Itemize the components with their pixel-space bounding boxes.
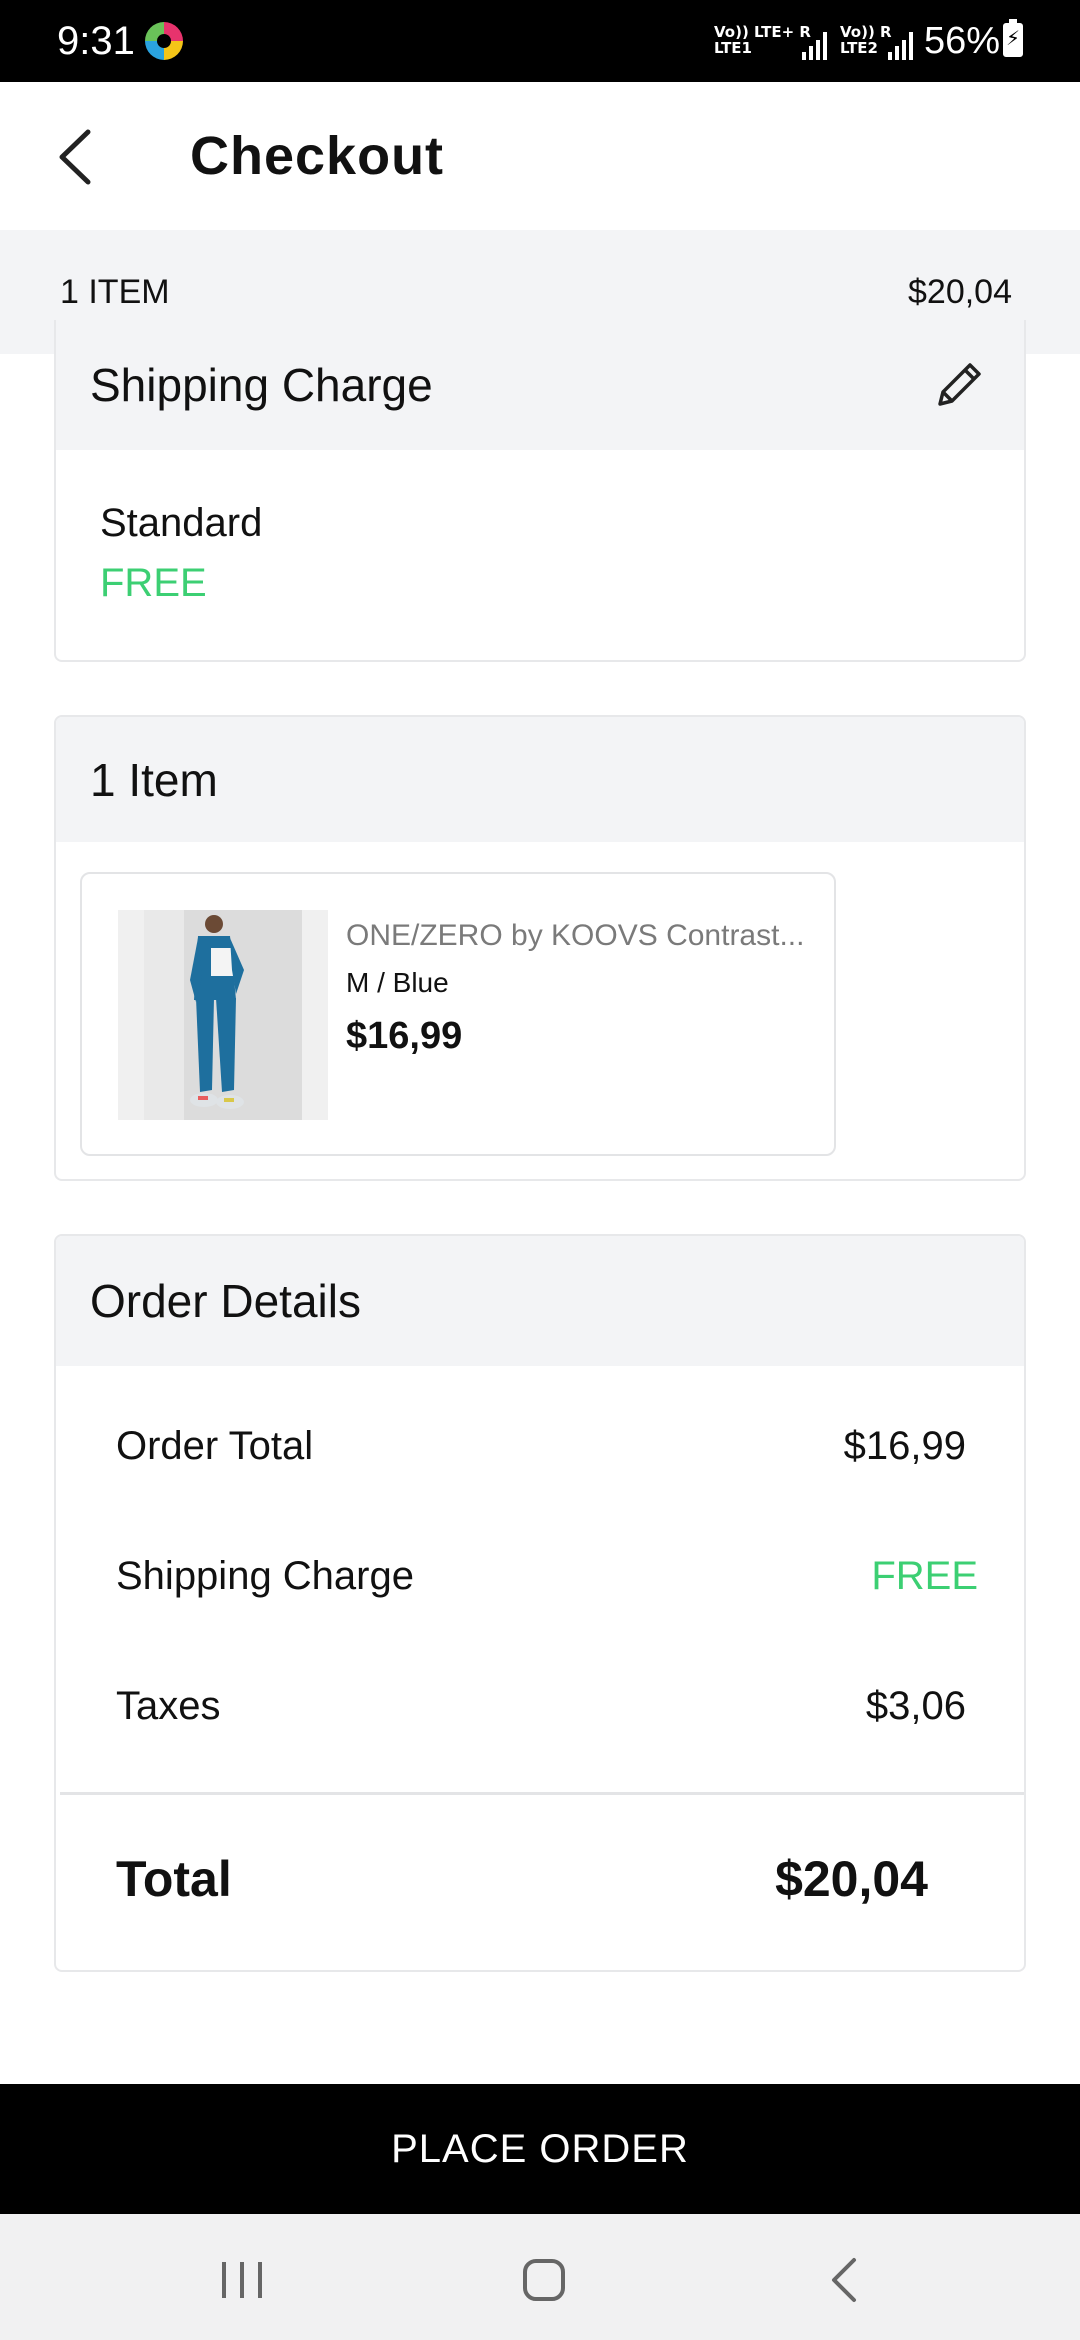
place-order-button[interactable]: PLACE ORDER: [0, 2084, 1080, 2214]
shipping-charge-value: FREE: [871, 1554, 978, 1598]
shipping-charge-row: Shipping Charge FREE: [116, 1552, 978, 1602]
edit-shipping-button[interactable]: [932, 356, 988, 412]
product-card[interactable]: ONE/ZERO by KOOVS Contrast... M / Blue $…: [80, 872, 836, 1156]
grand-total-value: $20,04: [775, 1851, 928, 1907]
sim1-network: LTE1: [714, 39, 752, 57]
order-details-header: Order Details: [56, 1236, 1024, 1366]
taxes-value: $3,06: [865, 1684, 966, 1728]
shipping-card-header: Shipping Charge: [56, 320, 1024, 450]
taxes-row: Taxes $3,06: [116, 1682, 966, 1732]
battery-percent: 56%: [924, 20, 1001, 62]
product-variant: M / Blue: [346, 967, 449, 998]
color-wheel-icon: [145, 22, 183, 60]
signal-bars-icon: [802, 30, 830, 60]
pencil-icon: [938, 363, 981, 406]
sim2-label: Vo)) R: [840, 23, 892, 41]
items-title: 1 Item: [90, 754, 218, 806]
app-bar: Checkout: [0, 82, 1080, 230]
shipping-title: Shipping Charge: [90, 359, 433, 411]
order-details-card: Order Details Order Total $16,99 Shippin…: [54, 1234, 1026, 1972]
order-details-title: Order Details: [90, 1275, 361, 1327]
divider: [60, 1792, 1024, 1795]
product-name: ONE/ZERO by KOOVS Contrast...: [346, 919, 805, 952]
back-icon: [832, 2258, 856, 2302]
chevron-left-icon: [59, 129, 91, 185]
items-card: 1 Item ONE/ZERO by KOOVS Contrast... M /…: [54, 715, 1026, 1181]
status-bar: 9:31 Vo)) LTE+ R LTE1 Vo)) R LTE2 56%: [0, 0, 1080, 82]
grand-total-label: Total: [116, 1851, 232, 1907]
summary-item-count: 1 ITEM: [60, 273, 170, 311]
recents-icon: [222, 2262, 262, 2298]
product-image: [118, 910, 328, 1120]
taxes-label: Taxes: [116, 1684, 221, 1728]
nav-back-button[interactable]: [816, 2250, 876, 2310]
sim2-network: LTE2: [840, 39, 878, 57]
order-total-row: Order Total $16,99: [116, 1422, 966, 1472]
sim1-label: Vo)) LTE+ R: [714, 23, 811, 41]
status-time: 9:31: [57, 19, 135, 63]
shipping-method: Standard: [100, 501, 263, 545]
shipping-card: Shipping Charge Standard FREE: [54, 320, 1026, 662]
shipping-charge-label: Shipping Charge: [116, 1554, 414, 1598]
home-icon: [523, 2259, 565, 2301]
shipping-cost: FREE: [100, 561, 207, 605]
home-button[interactable]: [514, 2250, 574, 2310]
recents-button[interactable]: [212, 2250, 272, 2310]
back-button[interactable]: [50, 124, 110, 190]
summary-total: $20,04: [908, 273, 1012, 311]
order-total-label: Order Total: [116, 1424, 314, 1468]
items-card-header: 1 Item: [56, 717, 1024, 842]
product-photo: [118, 910, 328, 1120]
battery-charging-icon: [1003, 19, 1023, 57]
order-total-value: $16,99: [843, 1424, 966, 1468]
system-nav-bar: [0, 2214, 1080, 2340]
page-title: Checkout: [190, 126, 445, 186]
signal-bars-icon: [888, 30, 916, 60]
product-price: $16,99: [346, 1015, 463, 1057]
